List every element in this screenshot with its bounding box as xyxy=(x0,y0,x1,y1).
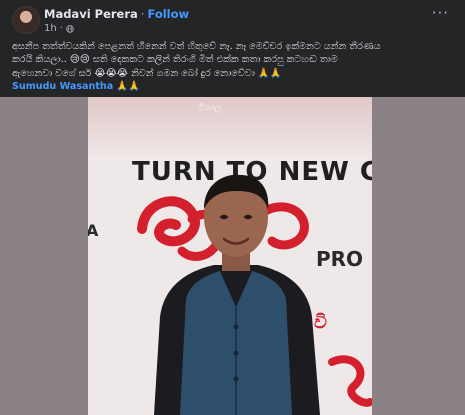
mention-suffix: 🙏🙏 xyxy=(113,81,141,93)
person-photo xyxy=(154,174,320,415)
follow-button[interactable]: Follow xyxy=(147,7,189,21)
post-photo[interactable]: විශාල TURN TO NEW C A PRO වි xyxy=(88,97,372,415)
author-line: Madavi Perera · Follow xyxy=(44,7,189,21)
banner-sinhala-top: විශාල xyxy=(198,103,222,113)
caption-line: කරයි කියලා.. 😢😢 සති දෙකකට කලින් තිරංගි ම… xyxy=(12,54,338,66)
banner-top: විශාල xyxy=(88,97,372,161)
post-card: Madavi Perera · Follow 1h · ··· අසනීප තත්ත… xyxy=(0,0,465,415)
more-options-icon[interactable]: ··· xyxy=(432,6,449,21)
caption-mention-line: Sumudu Wasantha 🙏🙏 xyxy=(12,80,452,93)
mention-link[interactable]: Sumudu Wasantha xyxy=(12,81,113,92)
globe-icon xyxy=(66,24,74,33)
caption-line: අසනීප තත්ත්වයකින් පෙළනත් හීනෙන් වත් හිතු… xyxy=(12,41,381,52)
avatar[interactable] xyxy=(12,6,40,34)
post-caption: අසනීප තත්ත්වයකින් පෙළනත් හීනෙන් වත් හිතු… xyxy=(12,40,452,94)
post-meta: 1h · xyxy=(44,23,74,34)
caption-line: ඇහෙනවා වගේ සර් 😭😭😭 නිවන් ගමන බෝ දුර නොවේ… xyxy=(12,67,282,79)
separator-dot: · xyxy=(59,23,63,34)
separator-dot: · xyxy=(140,7,145,21)
post-header: Madavi Perera · Follow 1h · ··· xyxy=(12,6,455,36)
post-time[interactable]: 1h xyxy=(44,23,57,34)
post-photo-area[interactable]: විශාල TURN TO NEW C A PRO වි xyxy=(0,97,465,415)
author-name[interactable]: Madavi Perera xyxy=(44,7,138,21)
banner-a-text: A xyxy=(88,221,99,240)
